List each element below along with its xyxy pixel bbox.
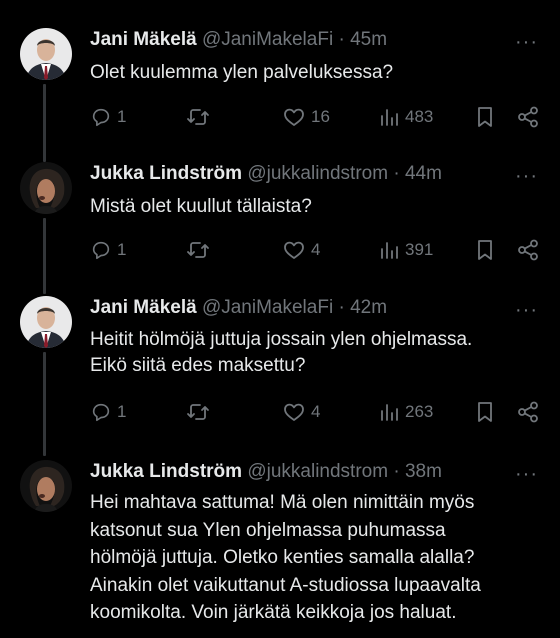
tweet-text-line: Hei mahtava sattuma! Mä olen nimittäin m… <box>90 492 475 513</box>
author-name[interactable]: Jukka Lindström <box>90 461 242 482</box>
tweet-text-line: hölmöjä juttuja. Oletko kenties samalla … <box>90 547 475 568</box>
avatar-jukka-image <box>20 460 72 512</box>
tweet-text-line: Ainakin olet vaikuttanut A-studiossa lup… <box>90 574 481 596</box>
more-options-button[interactable]: ··· <box>515 464 538 484</box>
tweet-text-line: koomikolta. Voin järkätä keikkoja jos ha… <box>90 602 457 623</box>
tweet-timestamp[interactable]: 38m <box>405 461 442 482</box>
separator-dot: · <box>393 461 400 482</box>
avatar[interactable] <box>20 460 72 512</box>
tweet[interactable]: Jukka Lindström @jukkalindstrom · 38m ··… <box>0 0 560 638</box>
tweet-header: Jukka Lindström @jukkalindstrom · 38m <box>90 460 442 484</box>
conversation-thread: Jani Mäkelä @JaniMakelaFi · 45m ··· Olet… <box>0 0 560 638</box>
tweet-text: Hei mahtava sattuma! Mä olen nimittäin m… <box>90 489 545 627</box>
tweet-text-line: katsonut sua Ylen ohjelmassa puhumassa <box>90 519 446 541</box>
author-handle[interactable]: @jukkalindstrom <box>247 461 388 482</box>
